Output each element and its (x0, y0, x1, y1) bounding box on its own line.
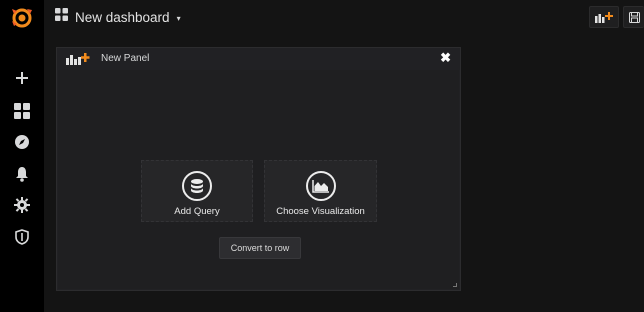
add-query-label: Add Query (174, 206, 220, 217)
choose-visualization-label: Choose Visualization (276, 206, 365, 217)
chevron-down-icon[interactable]: ▾ (177, 14, 181, 23)
compass-icon[interactable] (12, 132, 32, 152)
convert-to-row-button[interactable]: Convert to row (219, 237, 301, 259)
dashboard-grid-icon (55, 8, 68, 26)
grafana-logo-icon[interactable] (10, 6, 34, 30)
add-query-button[interactable]: Add Query (141, 160, 253, 222)
grid-icon[interactable] (12, 101, 32, 121)
area-chart-icon (305, 171, 336, 201)
save-dashboard-button[interactable] (623, 6, 644, 28)
top-bar: New dashboard ▾ (44, 0, 644, 34)
gear-icon[interactable] (12, 195, 32, 215)
add-panel-icon (595, 12, 613, 23)
panel-body: Add Query Choose Visualization Convert t… (58, 70, 459, 289)
panel-header[interactable]: New Panel ✖ (57, 48, 460, 70)
side-menu (0, 0, 44, 312)
add-panel-icon (66, 52, 90, 70)
bell-icon[interactable] (12, 164, 32, 184)
shield-icon[interactable] (12, 227, 32, 247)
database-icon (182, 171, 212, 201)
dashboard-title[interactable]: New dashboard (75, 10, 170, 25)
save-icon (628, 11, 640, 23)
dashboard-picker[interactable]: New dashboard ▾ (55, 7, 181, 27)
resize-handle[interactable] (453, 283, 457, 287)
add-panel-button[interactable] (589, 6, 619, 28)
close-icon[interactable]: ✖ (440, 50, 451, 66)
new-panel: New Panel ✖ Add Query Choose Visualizati… (56, 47, 461, 291)
choose-visualization-button[interactable]: Choose Visualization (264, 160, 377, 222)
plus-icon[interactable] (12, 68, 32, 88)
panel-title: New Panel (101, 53, 150, 64)
